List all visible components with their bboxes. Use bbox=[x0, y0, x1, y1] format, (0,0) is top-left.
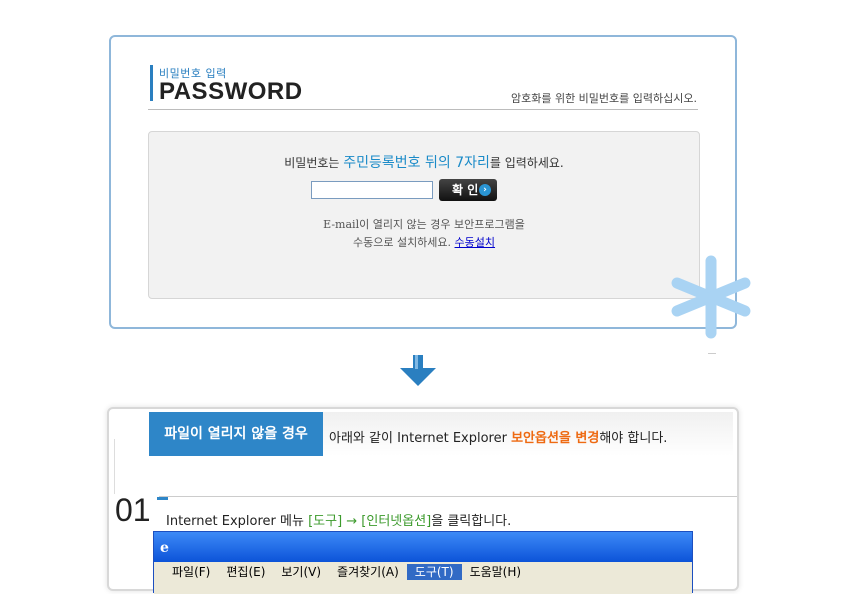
divider bbox=[114, 439, 115, 494]
ie-menu-view[interactable]: 보기(V) bbox=[273, 564, 329, 580]
step-suffix: 을 클릭합니다. bbox=[431, 514, 512, 529]
password-form-panel: 비밀번호는 주민등록번호 뒤의 7자리를 입력하세요. 확 인 › E-mail… bbox=[148, 131, 700, 299]
help-description: 아래와 같이 Internet Explorer 보안옵션을 변경해야 합니다. bbox=[329, 427, 667, 446]
help-text-suffix: 해야 합니다. bbox=[599, 431, 668, 446]
ie-menu-edit[interactable]: 편집(E) bbox=[218, 564, 273, 580]
step-prefix: Internet Explorer 메뉴 bbox=[166, 514, 304, 529]
instruction-highlight: 주민등록번호 뒤의 7자리 bbox=[343, 155, 490, 171]
install-note: E-mail이 열리지 않는 경우 보안프로그램을 수동으로 설치하세요. 수동… bbox=[149, 216, 699, 252]
instruction-prefix: 비밀번호는 bbox=[284, 156, 340, 170]
help-banner: 파일이 열리지 않을 경우 bbox=[149, 412, 323, 456]
asterisk-decoration-icon bbox=[671, 255, 751, 339]
step-accent bbox=[157, 497, 168, 500]
step-highlight: [도구] → [인터넷옵션] bbox=[308, 514, 432, 529]
password-hint: 암호화를 위한 비밀번호를 입력하십시오. bbox=[510, 92, 697, 105]
step-instruction: Internet Explorer 메뉴 [도구] → [인터넷옵션]을 클릭합… bbox=[166, 510, 511, 529]
password-title: PASSWORD bbox=[159, 78, 303, 105]
instruction-suffix: 를 입력하세요. bbox=[489, 156, 564, 170]
note-line-2: 수동으로 설치하세요. bbox=[352, 236, 452, 249]
password-input[interactable] bbox=[311, 181, 433, 199]
help-text-highlight: 보안옵션을 변경 bbox=[511, 431, 600, 446]
ie-menu-file[interactable]: 파일(F) bbox=[164, 564, 218, 580]
arrow-down-icon bbox=[400, 355, 436, 386]
divider bbox=[708, 353, 716, 354]
chevron-right-icon: › bbox=[479, 184, 491, 196]
manual-install-link[interactable]: 수동설치 bbox=[455, 236, 495, 249]
title-accent-bar bbox=[150, 65, 153, 101]
ie-menu-bar: 파일(F) 편집(E) 보기(V) 즐겨찾기(A) 도구(T) 도움말(H) bbox=[154, 562, 692, 594]
help-text-prefix: 아래와 같이 Internet Explorer bbox=[329, 431, 507, 446]
confirm-label: 확 인 bbox=[452, 183, 479, 197]
ie-menu-tools[interactable]: 도구(T) bbox=[406, 564, 462, 580]
ie-menu-help[interactable]: 도움말(H) bbox=[462, 564, 530, 580]
note-line-1: E-mail이 열리지 않는 경우 보안프로그램을 bbox=[323, 218, 525, 231]
step-number: 01 bbox=[115, 492, 151, 528]
divider bbox=[148, 109, 698, 110]
ie-logo-icon: e bbox=[160, 540, 169, 556]
password-instruction: 비밀번호는 주민등록번호 뒤의 7자리를 입력하세요. bbox=[149, 152, 699, 172]
help-card: 파일이 열리지 않을 경우 아래와 같이 Internet Explorer 보… bbox=[107, 407, 739, 594]
ie-title-bar: e bbox=[154, 532, 692, 562]
password-card: 비밀번호 입력 PASSWORD 암호화를 위한 비밀번호를 입력하십시오. 비… bbox=[109, 35, 737, 329]
ie-window-screenshot: e 파일(F) 편집(E) 보기(V) 즐겨찾기(A) 도구(T) 도움말(H) bbox=[153, 531, 693, 594]
ie-menu-favorites[interactable]: 즐겨찾기(A) bbox=[329, 564, 407, 580]
confirm-button[interactable]: 확 인 › bbox=[439, 179, 497, 201]
divider bbox=[159, 496, 737, 497]
